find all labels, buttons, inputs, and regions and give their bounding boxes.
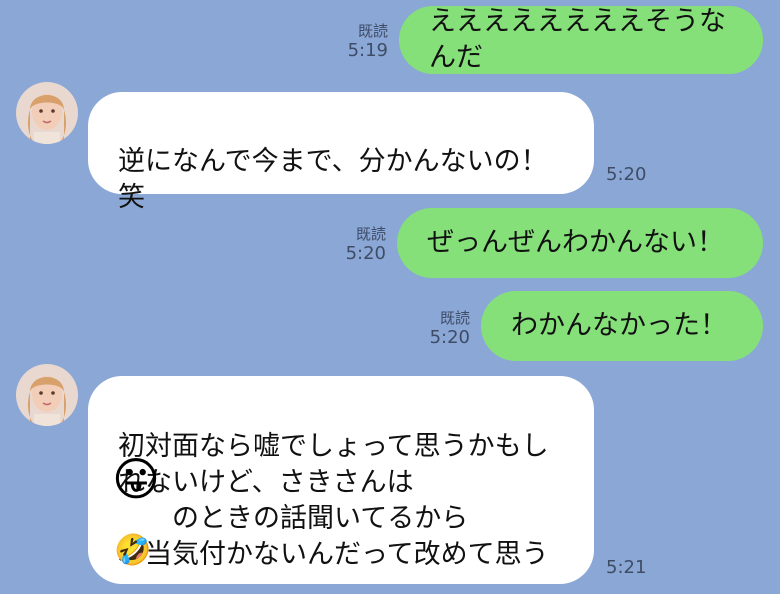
- message-4-meta: 既読 5:20: [416, 309, 470, 349]
- message-bubble-incoming[interactable]: 逆になんで今まで、分かんないの！ 笑: [88, 92, 594, 213]
- timestamp: 5:21: [606, 557, 647, 578]
- message-bubble-outgoing[interactable]: ええええええええそうなんだ: [399, 6, 763, 74]
- timestamp: 5:19: [347, 40, 388, 61]
- message-text: わかんなかった！: [511, 310, 727, 341]
- timestamp: 5:20: [345, 243, 386, 264]
- message-3-meta: 既読 5:20: [332, 225, 386, 265]
- laughing-emoji: 🤣: [114, 533, 152, 568]
- message-text: 初対面なら嘘でしょって思うかもし れないけど、さきさんは のときの話聞いてるから…: [118, 431, 549, 570]
- tongue-emoji-sticker: 😛: [112, 452, 160, 506]
- read-receipt: 既読: [357, 22, 388, 40]
- message-text: ええええええええそうなんだ: [429, 6, 726, 73]
- message-bubble-outgoing[interactable]: ぜっんぜんわかんない！: [397, 208, 763, 278]
- read-receipt: 既読: [439, 309, 470, 327]
- timestamp: 5:20: [429, 327, 470, 348]
- message-bubble-incoming[interactable]: 初対面なら嘘でしょって思うかもし れないけど、さきさんは のときの話聞いてるから…: [88, 376, 594, 584]
- contact-avatar[interactable]: [16, 364, 78, 426]
- message-text: ぜっんぜんわかんない！: [427, 227, 724, 258]
- message-text: 逆になんで今まで、分かんないの！ 笑: [118, 146, 548, 213]
- timestamp: 5:20: [606, 164, 647, 185]
- message-1-meta: 既読 5:19: [334, 22, 388, 62]
- read-receipt: 既読: [355, 225, 386, 243]
- message-bubble-outgoing[interactable]: わかんなかった！: [481, 291, 763, 361]
- contact-avatar[interactable]: [16, 82, 78, 144]
